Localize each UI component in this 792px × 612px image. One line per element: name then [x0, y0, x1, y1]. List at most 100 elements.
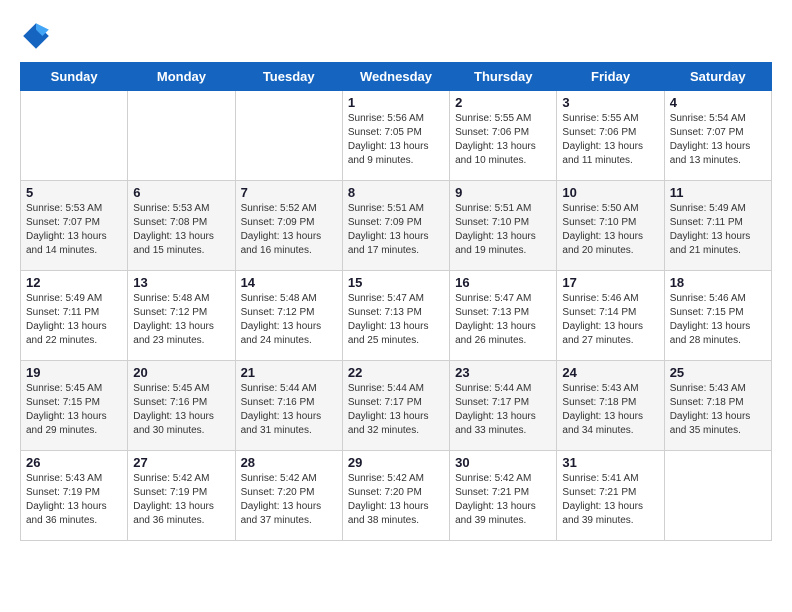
day-info: Sunrise: 5:46 AMSunset: 7:14 PMDaylight:…: [562, 292, 658, 348]
calendar-cell: 5 Sunrise: 5:53 AMSunset: 7:07 PMDaylight…: [21, 181, 128, 271]
day-number: 3: [562, 95, 658, 110]
day-number: 28: [241, 455, 337, 470]
day-info: Sunrise: 5:42 AMSunset: 7:19 PMDaylight:…: [133, 472, 229, 528]
day-number: 2: [455, 95, 551, 110]
day-info: Sunrise: 5:48 AMSunset: 7:12 PMDaylight:…: [241, 292, 337, 348]
day-info: Sunrise: 5:51 AMSunset: 7:10 PMDaylight:…: [455, 202, 551, 258]
calendar-cell: [21, 91, 128, 181]
calendar-cell: [235, 91, 342, 181]
calendar-cell: 10 Sunrise: 5:50 AMSunset: 7:10 PMDayligh…: [557, 181, 664, 271]
header-row: SundayMondayTuesdayWednesdayThursdayFrid…: [21, 63, 772, 91]
day-number: 6: [133, 185, 229, 200]
day-info: Sunrise: 5:51 AMSunset: 7:09 PMDaylight:…: [348, 202, 444, 258]
week-row-2: 5 Sunrise: 5:53 AMSunset: 7:07 PMDaylight…: [21, 181, 772, 271]
week-row-3: 12 Sunrise: 5:49 AMSunset: 7:11 PMDayligh…: [21, 271, 772, 361]
day-number: 1: [348, 95, 444, 110]
calendar-cell: 15 Sunrise: 5:47 AMSunset: 7:13 PMDayligh…: [342, 271, 449, 361]
day-number: 13: [133, 275, 229, 290]
day-info: Sunrise: 5:45 AMSunset: 7:16 PMDaylight:…: [133, 382, 229, 438]
day-info: Sunrise: 5:48 AMSunset: 7:12 PMDaylight:…: [133, 292, 229, 348]
calendar-cell: 13 Sunrise: 5:48 AMSunset: 7:12 PMDayligh…: [128, 271, 235, 361]
day-info: Sunrise: 5:52 AMSunset: 7:09 PMDaylight:…: [241, 202, 337, 258]
day-header-tuesday: Tuesday: [235, 63, 342, 91]
day-number: 30: [455, 455, 551, 470]
calendar-cell: 6 Sunrise: 5:53 AMSunset: 7:08 PMDaylight…: [128, 181, 235, 271]
calendar-cell: 30 Sunrise: 5:42 AMSunset: 7:21 PMDayligh…: [450, 451, 557, 541]
day-info: Sunrise: 5:49 AMSunset: 7:11 PMDaylight:…: [26, 292, 122, 348]
day-number: 17: [562, 275, 658, 290]
calendar-cell: 12 Sunrise: 5:49 AMSunset: 7:11 PMDayligh…: [21, 271, 128, 361]
day-info: Sunrise: 5:41 AMSunset: 7:21 PMDaylight:…: [562, 472, 658, 528]
day-number: 29: [348, 455, 444, 470]
week-row-4: 19Sunrise: 5:45 AMSunset: 7:15 PMDayligh…: [21, 361, 772, 451]
day-info: Sunrise: 5:42 AMSunset: 7:20 PMDaylight:…: [241, 472, 337, 528]
day-info: Sunrise: 5:54 AMSunset: 7:07 PMDaylight:…: [670, 112, 766, 168]
logo-icon: [20, 20, 52, 52]
day-info: Sunrise: 5:49 AMSunset: 7:11 PMDaylight:…: [670, 202, 766, 258]
day-number: 23: [455, 365, 551, 380]
day-info: Sunrise: 5:56 AMSunset: 7:05 PMDaylight:…: [348, 112, 444, 168]
day-header-sunday: Sunday: [21, 63, 128, 91]
calendar-cell: 19Sunrise: 5:45 AMSunset: 7:15 PMDayligh…: [21, 361, 128, 451]
day-number: 25: [670, 365, 766, 380]
day-number: 5: [26, 185, 122, 200]
calendar-cell: 8Sunrise: 5:51 AMSunset: 7:09 PMDaylight…: [342, 181, 449, 271]
day-number: 7: [241, 185, 337, 200]
day-info: Sunrise: 5:47 AMSunset: 7:13 PMDaylight:…: [455, 292, 551, 348]
day-info: Sunrise: 5:42 AMSunset: 7:20 PMDaylight:…: [348, 472, 444, 528]
day-header-monday: Monday: [128, 63, 235, 91]
day-header-saturday: Saturday: [664, 63, 771, 91]
calendar-cell: 14 Sunrise: 5:48 AMSunset: 7:12 PMDayligh…: [235, 271, 342, 361]
day-info: Sunrise: 5:46 AMSunset: 7:15 PMDaylight:…: [670, 292, 766, 348]
day-header-wednesday: Wednesday: [342, 63, 449, 91]
day-number: 27: [133, 455, 229, 470]
day-number: 14: [241, 275, 337, 290]
day-number: 26: [26, 455, 122, 470]
week-row-1: 1 Sunrise: 5:56 AMSunset: 7:05 PMDaylight…: [21, 91, 772, 181]
day-info: Sunrise: 5:44 AMSunset: 7:17 PMDaylight:…: [348, 382, 444, 438]
calendar-cell: 16Sunrise: 5:47 AMSunset: 7:13 PMDayligh…: [450, 271, 557, 361]
calendar-table: SundayMondayTuesdayWednesdayThursdayFrid…: [20, 62, 772, 541]
calendar-cell: 4 Sunrise: 5:54 AMSunset: 7:07 PMDaylight…: [664, 91, 771, 181]
calendar-cell: 21 Sunrise: 5:44 AMSunset: 7:16 PMDayligh…: [235, 361, 342, 451]
calendar-cell: 22 Sunrise: 5:44 AMSunset: 7:17 PMDayligh…: [342, 361, 449, 451]
day-number: 24: [562, 365, 658, 380]
calendar-cell: 18 Sunrise: 5:46 AMSunset: 7:15 PMDayligh…: [664, 271, 771, 361]
day-header-thursday: Thursday: [450, 63, 557, 91]
logo: [20, 20, 56, 52]
day-info: Sunrise: 5:42 AMSunset: 7:21 PMDaylight:…: [455, 472, 551, 528]
day-info: Sunrise: 5:55 AMSunset: 7:06 PMDaylight:…: [455, 112, 551, 168]
week-row-5: 26Sunrise: 5:43 AMSunset: 7:19 PMDayligh…: [21, 451, 772, 541]
day-number: 21: [241, 365, 337, 380]
calendar-cell: 24Sunrise: 5:43 AMSunset: 7:18 PMDayligh…: [557, 361, 664, 451]
calendar-cell: 20 Sunrise: 5:45 AMSunset: 7:16 PMDayligh…: [128, 361, 235, 451]
day-info: Sunrise: 5:44 AMSunset: 7:16 PMDaylight:…: [241, 382, 337, 438]
day-info: Sunrise: 5:55 AMSunset: 7:06 PMDaylight:…: [562, 112, 658, 168]
calendar-cell: 11Sunrise: 5:49 AMSunset: 7:11 PMDayligh…: [664, 181, 771, 271]
calendar-cell: 17 Sunrise: 5:46 AMSunset: 7:14 PMDayligh…: [557, 271, 664, 361]
calendar-cell: [664, 451, 771, 541]
day-number: 4: [670, 95, 766, 110]
calendar-cell: 27 Sunrise: 5:42 AMSunset: 7:19 PMDayligh…: [128, 451, 235, 541]
day-number: 20: [133, 365, 229, 380]
day-info: Sunrise: 5:53 AMSunset: 7:08 PMDaylight:…: [133, 202, 229, 258]
calendar-cell: 31Sunrise: 5:41 AMSunset: 7:21 PMDayligh…: [557, 451, 664, 541]
calendar-cell: 7 Sunrise: 5:52 AMSunset: 7:09 PMDaylight…: [235, 181, 342, 271]
calendar-cell: 9Sunrise: 5:51 AMSunset: 7:10 PMDaylight…: [450, 181, 557, 271]
day-number: 12: [26, 275, 122, 290]
calendar-cell: [128, 91, 235, 181]
day-info: Sunrise: 5:45 AMSunset: 7:15 PMDaylight:…: [26, 382, 122, 438]
day-number: 22: [348, 365, 444, 380]
day-info: Sunrise: 5:44 AMSunset: 7:17 PMDaylight:…: [455, 382, 551, 438]
day-info: Sunrise: 5:50 AMSunset: 7:10 PMDaylight:…: [562, 202, 658, 258]
page-header: [20, 20, 772, 52]
day-number: 15: [348, 275, 444, 290]
calendar-cell: 1 Sunrise: 5:56 AMSunset: 7:05 PMDaylight…: [342, 91, 449, 181]
calendar-cell: 2 Sunrise: 5:55 AMSunset: 7:06 PMDaylight…: [450, 91, 557, 181]
day-number: 18: [670, 275, 766, 290]
day-number: 10: [562, 185, 658, 200]
day-info: Sunrise: 5:43 AMSunset: 7:18 PMDaylight:…: [670, 382, 766, 438]
day-info: Sunrise: 5:53 AMSunset: 7:07 PMDaylight:…: [26, 202, 122, 258]
day-info: Sunrise: 5:47 AMSunset: 7:13 PMDaylight:…: [348, 292, 444, 348]
calendar-cell: 25 Sunrise: 5:43 AMSunset: 7:18 PMDayligh…: [664, 361, 771, 451]
